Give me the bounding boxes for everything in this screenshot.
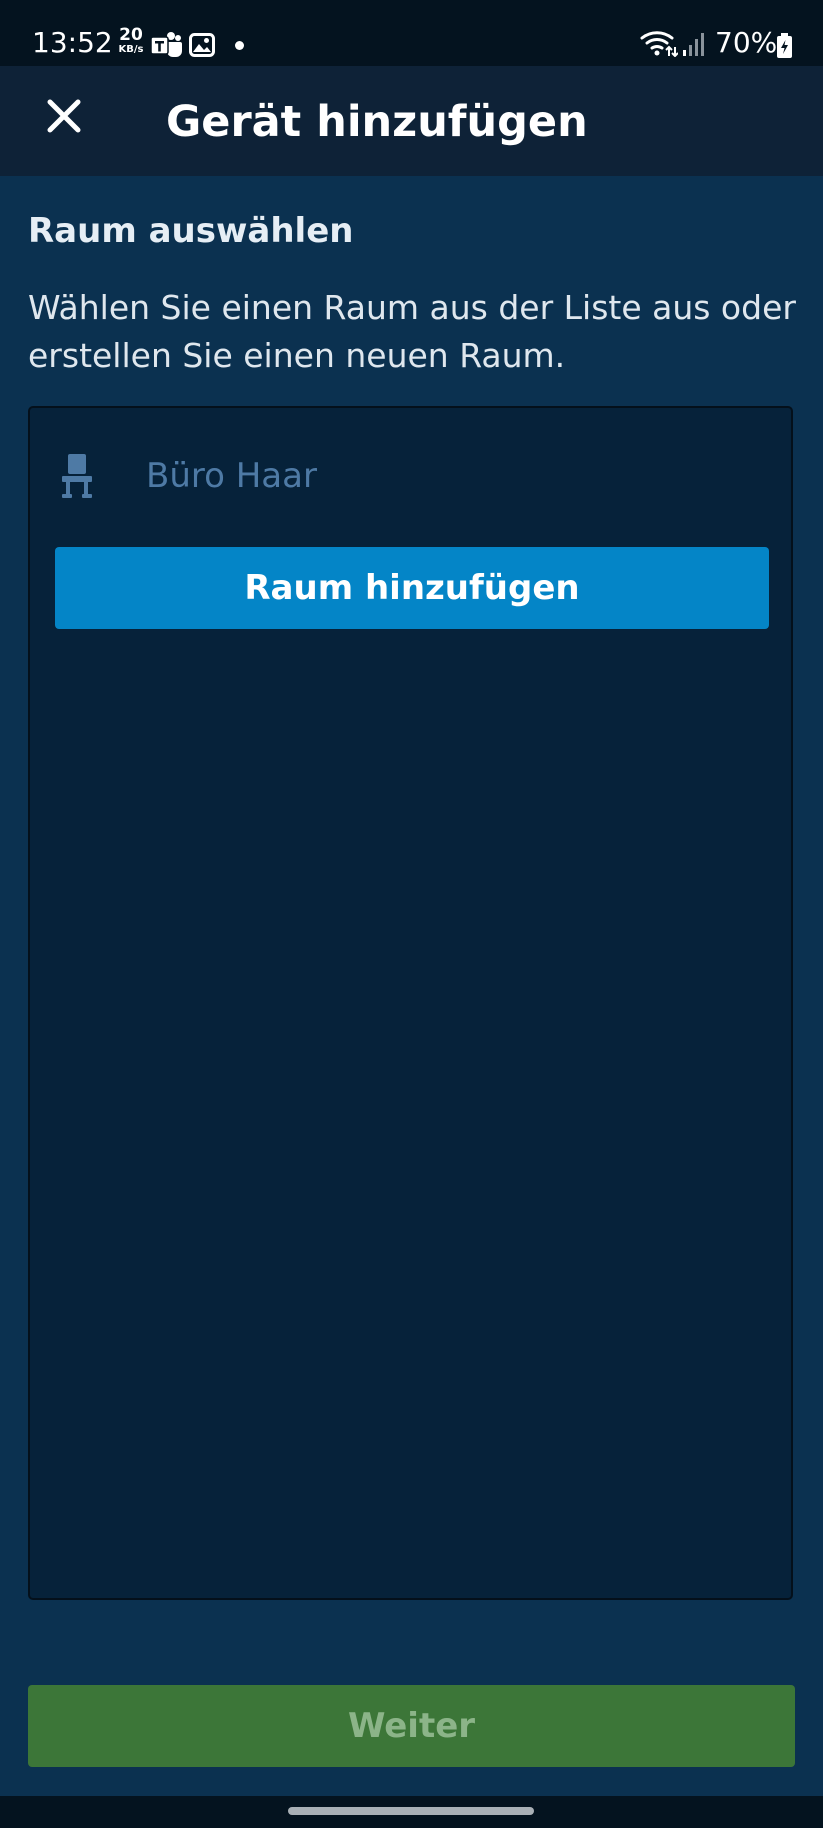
status-bar: 13:52 20 KB/s 70%	[0, 0, 823, 66]
signal-icon	[682, 32, 706, 60]
close-button[interactable]	[36, 88, 92, 144]
notification-dot	[235, 41, 244, 50]
room-list-panel: Büro Haar Raum hinzufügen	[28, 406, 793, 1600]
add-room-button[interactable]: Raum hinzufügen	[55, 547, 769, 629]
room-list-item[interactable]: Büro Haar	[60, 446, 760, 506]
network-speed-unit: KB/s	[118, 44, 144, 55]
system-navigation-bar	[0, 1796, 823, 1828]
app-bar: Gerät hinzufügen	[0, 66, 823, 176]
network-speed: 20 KB/s	[116, 26, 146, 56]
gallery-icon	[189, 33, 215, 61]
next-button[interactable]: Weiter	[28, 1685, 795, 1767]
status-time: 13:52	[32, 26, 113, 59]
room-name: Büro Haar	[146, 456, 317, 496]
battery-icon	[776, 33, 793, 63]
close-icon	[47, 99, 81, 133]
chair-icon	[60, 454, 94, 504]
network-speed-value: 20	[119, 25, 143, 45]
wifi-icon	[640, 29, 679, 61]
section-title: Raum auswählen	[28, 211, 354, 251]
section-description: Wählen Sie einen Raum aus der Liste aus …	[28, 288, 796, 375]
page-title: Gerät hinzufügen	[166, 97, 588, 147]
teams-icon	[150, 31, 182, 63]
battery-percentage: 70%	[715, 26, 778, 59]
home-indicator[interactable]	[288, 1807, 534, 1815]
